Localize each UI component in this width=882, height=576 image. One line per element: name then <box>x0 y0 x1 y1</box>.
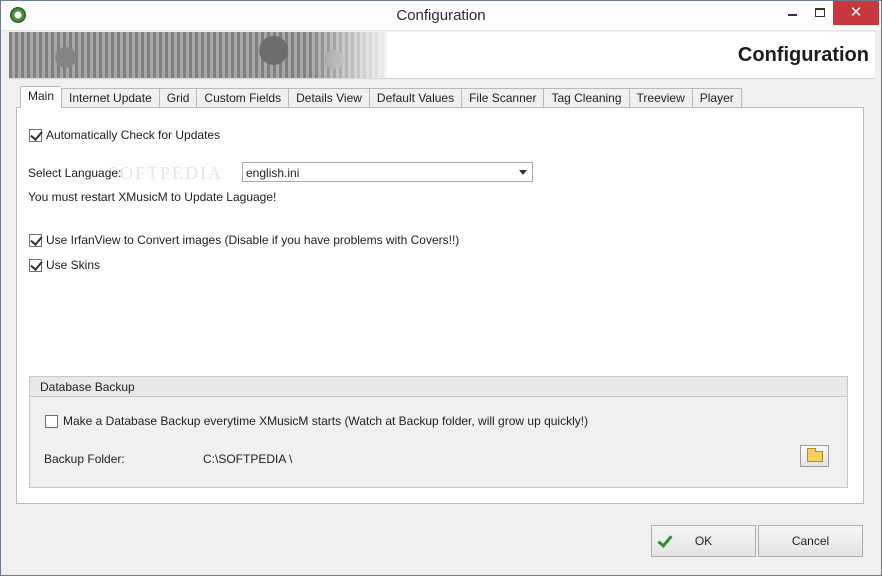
tab-strip: Main Internet Update Grid Custom Fields … <box>20 86 742 108</box>
database-backup-group: Database Backup <box>29 376 848 488</box>
watermark: SOFTPEDIA <box>108 163 224 183</box>
auto-backup-label: Make a Database Backup everytime XMusicM… <box>63 414 589 428</box>
title-bar[interactable]: Configuration ✕ <box>1 1 881 31</box>
check-icon <box>657 532 673 548</box>
ok-button[interactable]: OK <box>651 525 756 557</box>
tab-main[interactable]: Main <box>20 86 62 108</box>
auto-backup-checkbox[interactable] <box>45 414 58 428</box>
folder-icon <box>807 448 823 462</box>
header-banner: Configuration <box>9 32 875 79</box>
auto-update-label: Automatically Check for Updates <box>46 128 221 142</box>
irfanview-checkbox[interactable] <box>29 233 42 247</box>
tab-tag-cleaning[interactable]: Tag Cleaning <box>543 88 629 108</box>
tab-internet-update[interactable]: Internet Update <box>61 88 159 108</box>
tab-details-view[interactable]: Details View <box>288 88 369 108</box>
cancel-button[interactable]: Cancel <box>758 525 863 557</box>
language-label: Select Language: <box>28 166 122 180</box>
skins-checkbox[interactable] <box>29 258 42 272</box>
auto-update-checkbox[interactable] <box>29 128 42 142</box>
window-title: Configuration <box>396 7 486 24</box>
tab-custom-fields[interactable]: Custom Fields <box>196 88 289 108</box>
tab-player[interactable]: Player <box>691 88 742 108</box>
group-header: Database Backup <box>30 377 847 397</box>
group-title: Database Backup <box>40 380 135 394</box>
tab-grid[interactable]: Grid <box>158 88 197 108</box>
skins-label: Use Skins <box>46 258 101 272</box>
tab-treeview[interactable]: Treeview <box>628 88 692 108</box>
close-button[interactable]: ✕ <box>833 1 879 25</box>
minimize-button[interactable] <box>779 1 806 25</box>
chevron-down-icon <box>519 170 527 175</box>
tab-file-scanner[interactable]: File Scanner <box>461 88 544 108</box>
language-note: You must restart XMusicM to Update Lagua… <box>28 190 277 204</box>
configuration-window: Configuration ✕ Configuration Main Inter… <box>0 0 882 576</box>
maximize-icon <box>814 8 825 17</box>
backup-folder-label: Backup Folder: <box>44 452 125 466</box>
close-icon: ✕ <box>849 4 863 21</box>
skins-option[interactable]: Use Skins <box>29 258 100 272</box>
maximize-button[interactable] <box>806 1 833 25</box>
auto-update-option[interactable]: Automatically Check for Updates <box>29 128 220 142</box>
language-select-value: english.ini <box>246 166 300 180</box>
minimize-icon <box>788 14 797 16</box>
backup-folder-value: C:\SOFTPEDIA \ <box>203 452 293 466</box>
irfanview-option[interactable]: Use IrfanView to Convert images (Disable… <box>29 233 459 247</box>
ok-button-label: OK <box>694 534 713 548</box>
irfanview-label: Use IrfanView to Convert images (Disable… <box>46 233 460 247</box>
auto-backup-option[interactable]: Make a Database Backup everytime XMusicM… <box>45 414 588 428</box>
banner-title: Configuration <box>737 44 869 66</box>
tab-default-values[interactable]: Default Values <box>368 88 462 108</box>
browse-folder-button[interactable] <box>800 445 829 467</box>
language-select[interactable]: english.ini <box>242 162 533 182</box>
cancel-button-label: Cancel <box>791 534 830 548</box>
